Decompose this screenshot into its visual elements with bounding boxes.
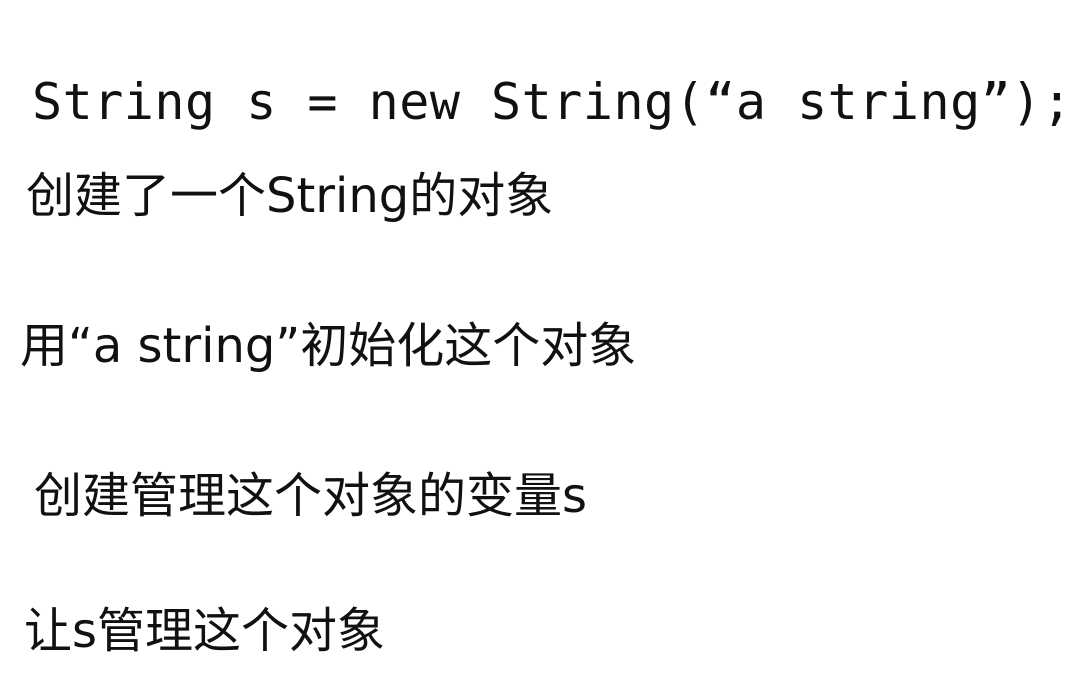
explanation-variable-manages-object: 让s管理这个对象 [24,603,386,659]
explanation-initialize-object: 用“a string”初始化这个对象 [20,318,637,374]
explanation-create-object: 创建了一个String的对象 [26,168,554,224]
code-statement: String s = new String(“a string”); [32,73,1073,131]
explanation-create-variable: 创建管理这个对象的变量s [34,468,588,524]
